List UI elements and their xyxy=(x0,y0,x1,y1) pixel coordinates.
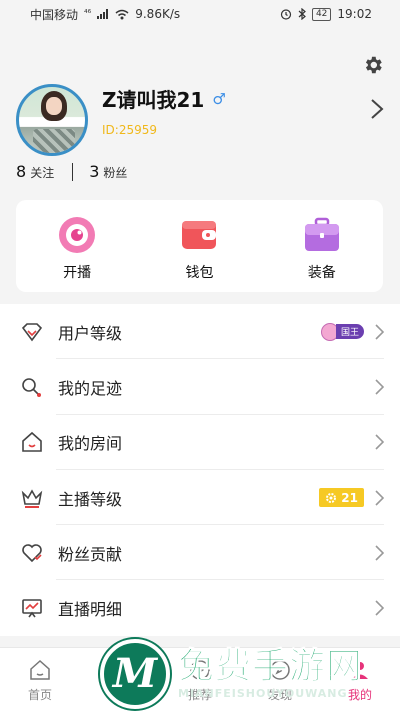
footprint-icon xyxy=(22,378,41,397)
avatar[interactable] xyxy=(16,84,88,156)
tab-label: 我的 xyxy=(347,688,372,702)
bluetooth-icon xyxy=(298,8,306,20)
tab-label: 首页 xyxy=(27,688,52,702)
chevron-right-icon xyxy=(375,489,384,506)
stats-divider xyxy=(72,162,74,181)
tab-label: 发现 xyxy=(267,688,292,702)
menu-item-user-level[interactable]: 用户等级 国王 xyxy=(0,304,400,360)
username: Z请叫我21 ♂ xyxy=(102,84,226,113)
chevron-right-icon xyxy=(375,434,384,450)
username-text: Z请叫我21 xyxy=(102,88,205,112)
menu-item-host-level[interactable]: 主播等级 21 xyxy=(0,470,400,526)
status-bar: 中国移动 ⁴⁶ 9.86K/s 42 19:02 xyxy=(0,0,400,28)
following-label: 关注 xyxy=(30,166,55,180)
menu-item-fan-contribution[interactable]: 粉丝贡献 xyxy=(0,525,400,581)
tab-label: 关注 xyxy=(107,688,132,702)
start-live-label: 开播 xyxy=(63,265,92,281)
wallet-button[interactable]: 钱包 xyxy=(138,200,260,292)
following-stat[interactable]: 8 关注 xyxy=(16,162,54,181)
menu-label: 我的足迹 xyxy=(58,378,123,398)
bottom-tab-bar: 首页 关注 推荐 发现 我的 xyxy=(0,647,400,711)
start-live-button[interactable]: 开播 xyxy=(16,200,138,292)
equipment-label: 装备 xyxy=(307,265,336,281)
alarm-icon xyxy=(280,9,292,20)
wifi-icon xyxy=(115,9,129,19)
me-icon xyxy=(352,662,368,679)
user-id: ID:25959 xyxy=(102,123,157,137)
chevron-right-icon xyxy=(375,545,384,561)
briefcase-icon xyxy=(304,217,339,251)
wallet-icon xyxy=(182,221,217,249)
crown-icon xyxy=(21,488,43,508)
menu-label: 粉丝贡献 xyxy=(58,544,123,564)
menu-label: 直播明细 xyxy=(58,600,123,620)
host-level-text: 21 xyxy=(341,490,358,505)
chevron-right-icon xyxy=(375,600,384,616)
recommend-icon xyxy=(190,660,210,680)
fans-count: 3 xyxy=(89,162,100,181)
discover-icon xyxy=(270,660,290,680)
clock-text: 19:02 xyxy=(337,7,372,21)
equipment-button[interactable]: 装备 xyxy=(261,200,383,292)
menu-label: 我的房间 xyxy=(58,434,123,454)
profile-header: Z请叫我21 ♂ ID:25959 8 关注 3 粉丝 xyxy=(0,28,400,198)
gear-icon[interactable] xyxy=(362,54,384,76)
diamond-icon xyxy=(21,322,43,341)
following-count: 8 xyxy=(16,162,27,181)
tab-follow[interactable]: 关注 xyxy=(80,648,160,711)
house-icon xyxy=(22,432,42,453)
wallet-label: 钱包 xyxy=(185,265,214,281)
tab-label: 推荐 xyxy=(187,688,212,702)
tab-me[interactable]: 我的 xyxy=(320,648,400,711)
chevron-right-icon xyxy=(375,379,384,395)
menu-item-my-room[interactable]: 我的房间 xyxy=(0,415,400,471)
follow-stats: 8 关注 3 粉丝 xyxy=(16,162,127,181)
king-badge-text: 国王 xyxy=(335,324,364,340)
settings-menu: 用户等级 国王 我的足迹 我的房间 主播等级 21 粉丝贡献 直播明细 xyxy=(0,304,400,636)
fans-stat[interactable]: 3 粉丝 xyxy=(89,162,127,181)
gear-badge-icon xyxy=(326,492,337,503)
network-text: ⁴⁶ xyxy=(84,9,92,19)
menu-item-footprint[interactable]: 我的足迹 xyxy=(0,359,400,415)
net-speed-text: 9.86K/s xyxy=(135,7,181,21)
fans-label: 粉丝 xyxy=(103,166,128,180)
follow-icon xyxy=(111,661,129,680)
camera-icon xyxy=(59,217,96,253)
battery-icon: 42 xyxy=(311,7,332,21)
chart-icon xyxy=(22,599,42,618)
carrier-text: 中国移动 xyxy=(30,7,79,22)
tab-home[interactable]: 首页 xyxy=(0,648,80,711)
home-icon xyxy=(30,659,50,680)
male-icon: ♂ xyxy=(212,89,226,108)
tab-discover[interactable]: 发现 xyxy=(240,648,320,711)
menu-item-live-details[interactable]: 直播明细 xyxy=(0,580,400,635)
king-badge: 国王 xyxy=(320,322,364,341)
chevron-right-icon[interactable] xyxy=(370,98,384,120)
chevron-right-icon xyxy=(375,324,384,340)
tab-recommend[interactable]: 推荐 xyxy=(160,648,240,711)
heart-icon xyxy=(22,544,42,562)
host-level-badge: 21 xyxy=(319,488,364,508)
signal-icon xyxy=(97,9,109,19)
quick-actions-card: 开播 钱包 装备 xyxy=(16,200,383,292)
